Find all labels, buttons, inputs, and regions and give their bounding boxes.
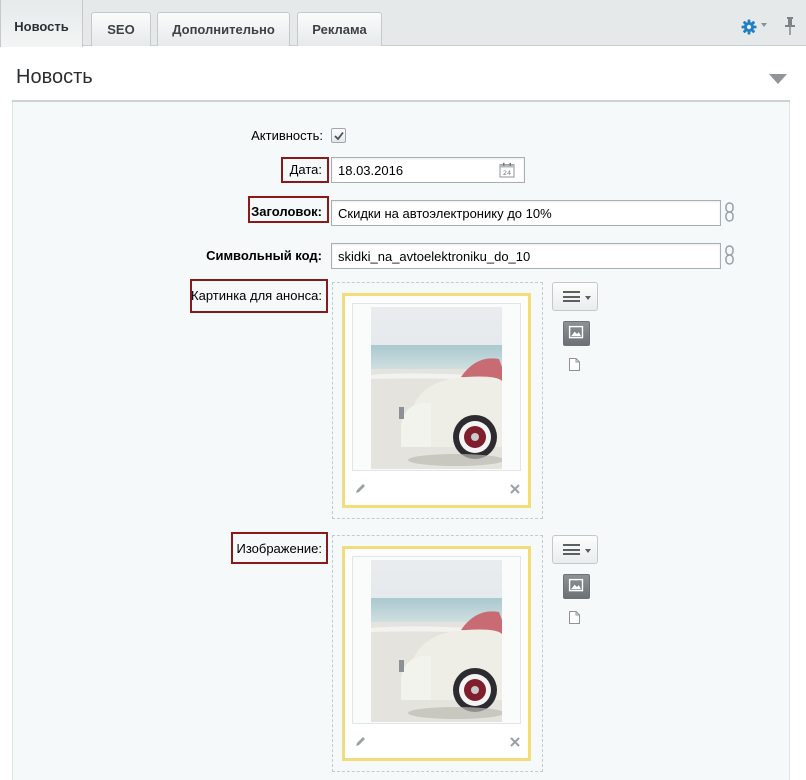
detail-picture-menu-button[interactable] xyxy=(552,535,598,564)
tab-label: Реклама xyxy=(312,22,367,37)
date-label: Дата: xyxy=(289,162,322,177)
collapse-icon[interactable] xyxy=(769,74,787,84)
code-input[interactable]: skidki_na_avtoelektroniku_do_10 xyxy=(331,243,721,269)
pin-icon[interactable] xyxy=(784,17,796,35)
tab-label: Новость xyxy=(14,19,69,34)
title-input[interactable]: Скидки на автоэлектронику до 10% xyxy=(331,200,721,226)
image-icon xyxy=(568,578,584,592)
chevron-down-icon xyxy=(585,296,591,300)
tab-advertising[interactable]: Реклама xyxy=(297,12,382,46)
car-photo xyxy=(371,560,502,722)
picture-button[interactable] xyxy=(563,574,590,599)
tab-bar: Новость SEO Дополнительно Реклама xyxy=(0,0,806,47)
link-icon[interactable] xyxy=(724,245,735,265)
preview-picture-label: Картинка для анонса: xyxy=(191,288,322,303)
chevron-down-icon[interactable] xyxy=(761,23,767,27)
tab-seo[interactable]: SEO xyxy=(91,12,151,46)
tab-label: Дополнительно xyxy=(172,22,275,37)
file-icon[interactable] xyxy=(569,358,580,371)
image-icon xyxy=(568,325,584,339)
checkmark-icon xyxy=(334,131,344,141)
car-photo xyxy=(371,307,502,469)
file-icon[interactable] xyxy=(569,611,580,624)
tab-label: SEO xyxy=(107,22,135,37)
tab-additional[interactable]: Дополнительно xyxy=(157,12,290,46)
detail-picture-frame xyxy=(352,556,521,724)
activity-checkbox[interactable] xyxy=(331,128,346,143)
preview-picture-card[interactable] xyxy=(342,293,531,508)
code-label: Символьный код: xyxy=(206,248,322,263)
pencil-icon[interactable] xyxy=(355,482,367,494)
menu-icon xyxy=(563,544,580,555)
detail-picture-label: Изображение: xyxy=(236,541,322,556)
date-input[interactable]: 18.03.2016 xyxy=(331,157,525,183)
tab-news[interactable]: Новость xyxy=(0,0,83,47)
preview-picture-menu-button[interactable] xyxy=(552,282,598,311)
section-title: Новость xyxy=(16,66,93,88)
close-icon[interactable] xyxy=(509,736,521,748)
activity-label: Активность: xyxy=(251,128,323,143)
pencil-icon[interactable] xyxy=(355,735,367,747)
chevron-down-icon xyxy=(585,549,591,553)
menu-icon xyxy=(563,291,580,302)
picture-button[interactable] xyxy=(563,321,590,346)
detail-picture-card[interactable] xyxy=(342,546,531,761)
calendar-icon[interactable]: 24 xyxy=(499,162,515,178)
svg-text:24: 24 xyxy=(503,169,511,177)
close-icon[interactable] xyxy=(509,483,521,495)
preview-picture-frame xyxy=(352,303,521,471)
gear-icon[interactable] xyxy=(741,19,757,35)
title-label: Заголовок: xyxy=(251,204,322,219)
link-icon[interactable] xyxy=(724,202,735,222)
